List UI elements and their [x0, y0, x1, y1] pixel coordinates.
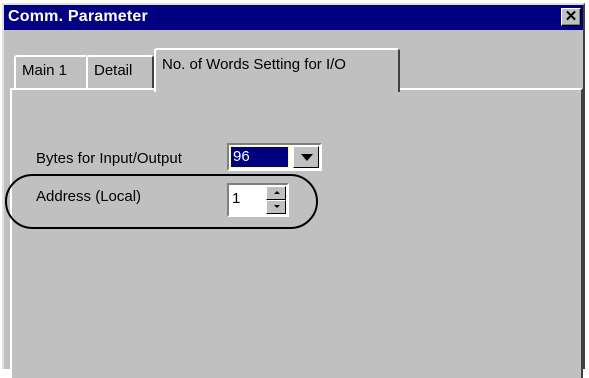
close-button[interactable]: ✕ [561, 8, 581, 26]
address-local-label: Address (Local) [36, 188, 142, 205]
tab-no-of-words-label: No. of Words Setting for I/O [162, 56, 346, 73]
tab-main-1-label: Main 1 [22, 62, 68, 79]
address-local-stepper[interactable]: 1 [227, 183, 289, 217]
spin-down-button[interactable] [266, 200, 286, 214]
address-local-value[interactable]: 1 [232, 189, 240, 209]
tab-no-of-words-setting[interactable]: No. of Words Setting for I/O [154, 48, 400, 92]
bytes-io-value[interactable]: 96 [230, 146, 289, 168]
title-bar[interactable]: Comm. Parameter ✕ [4, 5, 583, 30]
close-icon: ✕ [564, 8, 578, 25]
tab-panel [10, 88, 583, 378]
spin-up-icon [274, 191, 280, 194]
bytes-io-label: Bytes for Input/Output [36, 150, 182, 167]
tab-detail[interactable]: Detail [86, 55, 154, 89]
bytes-io-select[interactable]: 96 [227, 143, 322, 171]
tab-main-1[interactable]: Main 1 [14, 55, 88, 89]
tab-detail-label: Detail [94, 62, 133, 79]
chevron-down-icon [301, 154, 313, 161]
spin-down-icon [274, 205, 280, 208]
dialog-title: Comm. Parameter [8, 8, 148, 25]
spin-up-button[interactable] [266, 186, 286, 200]
dropdown-button[interactable] [293, 146, 319, 168]
